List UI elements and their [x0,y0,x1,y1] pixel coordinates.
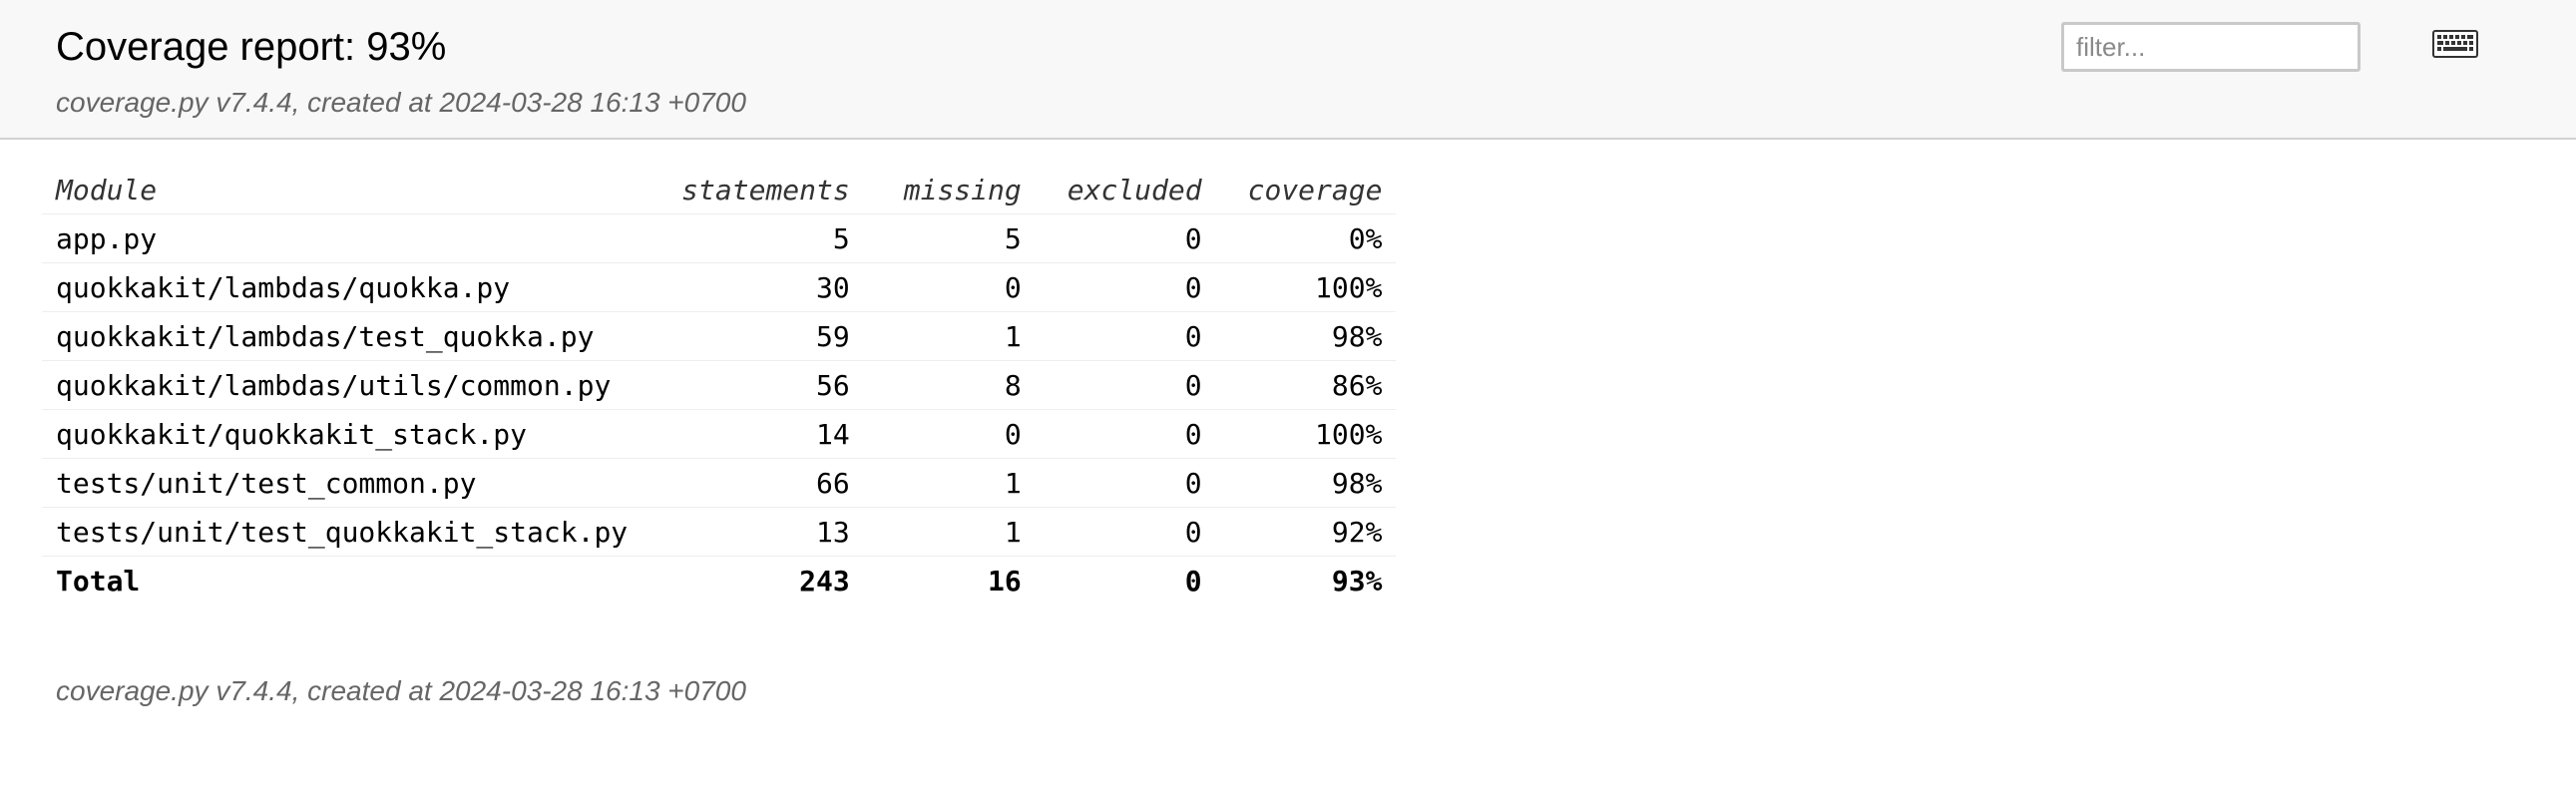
coverage-cell: 98% [1215,311,1397,361]
module-link[interactable]: quokkakit/lambdas/utils/common.py [56,369,611,402]
keyboard-icon[interactable] [2432,30,2478,58]
table-row: quokkakit/lambdas/utils/common.py 56 8 0… [42,360,1397,410]
statements-cell: 13 [642,507,864,557]
table-row: tests/unit/test_quokkakit_stack.py 13 1 … [42,507,1397,557]
total-row: Total 243 16 0 93% [42,557,1396,605]
coverage-cell: 92% [1215,507,1397,557]
column-header-coverage[interactable]: coverage [1215,166,1397,214]
missing-cell: 8 [863,360,1036,410]
module-cell: tests/unit/test_common.py [42,458,643,508]
excluded-cell: 0 [1035,458,1216,508]
missing-cell: 0 [863,262,1036,312]
module-cell: quokkakit/lambdas/quokka.py [42,262,643,312]
module-link[interactable]: quokkakit/lambdas/test_quokka.py [56,320,594,353]
page-title: Coverage report: 93% [56,25,447,69]
header-subtitle: coverage.py v7.4.4, created at 2024-03-2… [56,87,746,118]
column-header-module[interactable]: Module [42,166,643,214]
table-row: quokkakit/quokkakit_stack.py 14 0 0 100% [42,409,1397,459]
statements-cell: 30 [642,262,864,312]
missing-cell: 5 [863,213,1036,263]
coverage-cell: 0% [1215,213,1397,263]
module-cell: tests/unit/test_quokkakit_stack.py [42,507,643,557]
coverage-table: Module statements missing excluded cover… [42,166,1397,605]
excluded-cell: 0 [1035,360,1216,410]
module-link[interactable]: tests/unit/test_quokkakit_stack.py [56,516,628,549]
missing-cell: 1 [863,507,1036,557]
column-header-missing[interactable]: missing [863,166,1036,214]
filter-input[interactable] [2061,22,2361,72]
coverage-cell: 100% [1215,409,1397,459]
total-label: Total [56,564,141,598]
statements-cell: 66 [642,458,864,508]
excluded-cell: 0 [1035,409,1216,459]
excluded-cell: 0 [1035,262,1216,312]
module-link[interactable]: quokkakit/lambdas/quokka.py [56,271,510,304]
module-cell: app.py [42,213,643,263]
missing-cell: 1 [863,311,1036,361]
module-link[interactable]: tests/unit/test_common.py [56,467,476,500]
missing-cell: 1 [863,458,1036,508]
total-statements: 243 [799,564,850,598]
module-link[interactable]: app.py [56,222,157,255]
table-row: app.py 5 5 0 0% [42,213,1397,263]
statements-cell: 56 [642,360,864,410]
coverage-cell: 100% [1215,262,1397,312]
table-row: quokkakit/lambdas/test_quokka.py 59 1 0 … [42,311,1397,361]
excluded-cell: 0 [1035,213,1216,263]
module-cell: quokkakit/lambdas/utils/common.py [42,360,643,410]
excluded-cell: 0 [1035,311,1216,361]
column-header-excluded[interactable]: excluded [1035,166,1216,214]
table-row: quokkakit/lambdas/quokka.py 30 0 0 100% [42,262,1397,312]
total-excluded: 0 [1184,564,1202,598]
table-header-row: Module statements missing excluded cover… [42,166,1397,214]
table-row: tests/unit/test_common.py 66 1 0 98% [42,458,1397,508]
coverage-cell: 86% [1215,360,1397,410]
coverage-cell: 98% [1215,458,1397,508]
module-cell: quokkakit/lambdas/test_quokka.py [42,311,643,361]
total-missing: 16 [988,564,1022,598]
statements-cell: 5 [642,213,864,263]
module-link[interactable]: quokkakit/quokkakit_stack.py [56,418,527,451]
module-cell: quokkakit/quokkakit_stack.py [42,409,643,459]
statements-cell: 14 [642,409,864,459]
footer-text: coverage.py v7.4.4, created at 2024-03-2… [56,675,746,706]
statements-cell: 59 [642,311,864,361]
column-header-statements[interactable]: statements [642,166,864,214]
missing-cell: 0 [863,409,1036,459]
header: Coverage report: 93% coverage.py v7.4.4,… [0,0,2576,140]
excluded-cell: 0 [1035,507,1216,557]
total-coverage: 93% [1331,564,1383,598]
